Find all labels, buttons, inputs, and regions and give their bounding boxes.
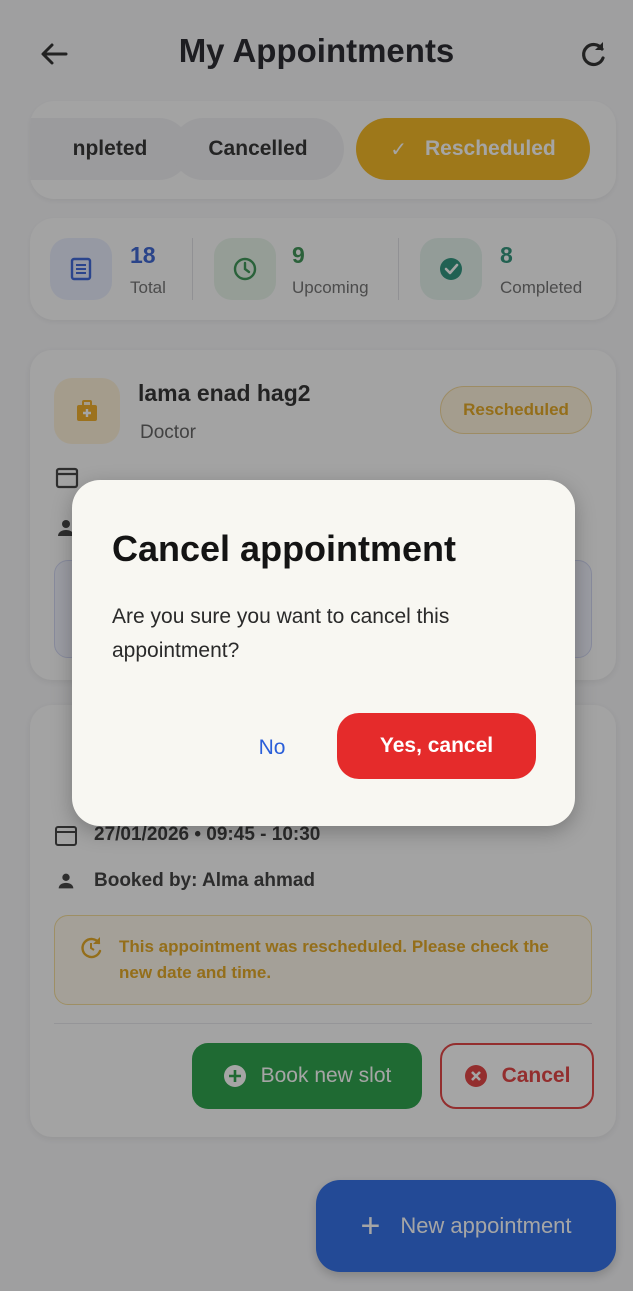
no-button[interactable]: No xyxy=(240,716,304,780)
appointments-screen: My Appointments npleted Cancelled ✓ Resc… xyxy=(0,0,633,1291)
yes-cancel-button[interactable]: Yes, cancel xyxy=(337,713,536,779)
cancel-dialog: Cancel appointment Are you sure you want… xyxy=(72,480,575,826)
dialog-message: Are you sure you want to cancel this app… xyxy=(112,605,450,662)
dialog-title: Cancel appointment xyxy=(112,528,457,569)
